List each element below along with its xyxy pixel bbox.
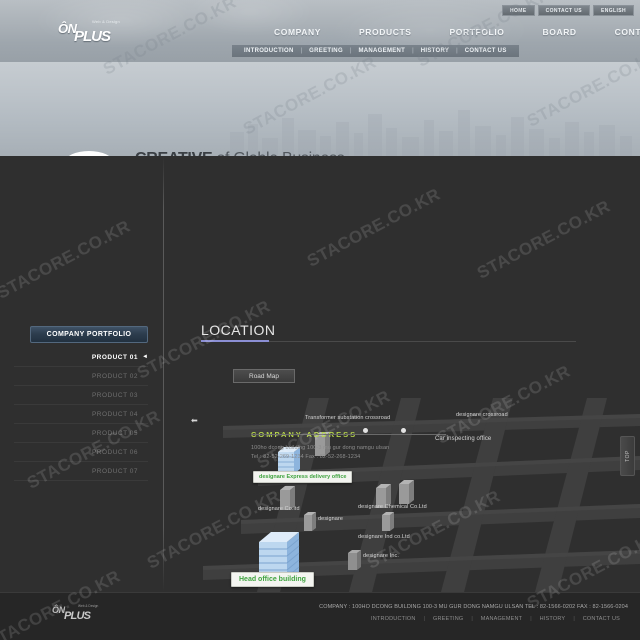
sidebar-item-product-03[interactable]: PRODUCT 03 bbox=[14, 386, 148, 405]
sidebar-portfolio-title[interactable]: COMPANY PORTFOLIO bbox=[30, 326, 148, 343]
sidebar-item-label: PRODUCT 02 bbox=[91, 372, 138, 380]
city-skyline-graphic bbox=[230, 110, 632, 156]
site-logo[interactable]: Web & Design ÔN PLUS bbox=[58, 19, 120, 45]
sub-nav-contact-us[interactable]: CONTACT US bbox=[458, 48, 514, 54]
sub-nav: INTRODUCTION | GREETING | MANAGEMENT | H… bbox=[232, 45, 519, 57]
hero-banner: CREATIVE of Globle Business The Growth c… bbox=[0, 62, 640, 156]
logo-tagline: Web & Design bbox=[92, 19, 120, 24]
scroll-to-top-label: TOP bbox=[624, 450, 631, 462]
sub-nav-history[interactable]: HISTORY bbox=[414, 48, 456, 54]
hero-title-block: CREATIVE of Globle Business The Growth c… bbox=[135, 150, 345, 156]
footer-nav-contact-us[interactable]: CONTACT US bbox=[575, 616, 628, 622]
company-address-line2: Tel : 82-52-269-1234 Fax : 82-52-268-123… bbox=[251, 454, 361, 460]
tab-road-map[interactable]: Road Map bbox=[233, 369, 295, 383]
footer-logo[interactable]: Web & Design ÔN PLUS bbox=[52, 604, 98, 622]
map-label-transformer-crossroad: Transformer substation crossroad bbox=[305, 415, 391, 421]
map-label-designare-co-ltd: designare Co.ltd bbox=[258, 506, 300, 512]
sidebar-item-product-05[interactable]: PRODUCT 05 bbox=[14, 424, 148, 443]
company-address-line1: 100ho dcong building 100-3 mu gur dong n… bbox=[251, 445, 390, 451]
footer-logo-tagline: Web & Design bbox=[78, 604, 99, 608]
footer-nav-introduction[interactable]: INTRODUCTION bbox=[363, 616, 424, 622]
map-badge-express-delivery[interactable]: designare Express delivery office bbox=[253, 471, 353, 483]
main-nav-board[interactable]: BOARD bbox=[524, 27, 596, 37]
page-title-accent bbox=[201, 340, 269, 342]
scroll-to-top-button[interactable]: TOP bbox=[620, 436, 635, 476]
map-badge-head-office[interactable]: Head office building bbox=[231, 572, 314, 587]
main-nav: COMPANY PRODUCTS PORTFOLIO BOARD CONTACT… bbox=[255, 27, 640, 37]
sidebar-item-label: PRODUCT 06 bbox=[91, 448, 138, 456]
main-nav-company[interactable]: COMPANY bbox=[255, 27, 340, 37]
page-title: LOCATION bbox=[201, 322, 276, 338]
sidebar-menu: PRODUCT 01 ◄ PRODUCT 02 PRODUCT 03 PRODU… bbox=[14, 348, 148, 481]
sub-nav-greeting[interactable]: GREETING bbox=[302, 48, 350, 54]
util-nav-english[interactable]: ENGLISH bbox=[592, 5, 634, 16]
sidebar-item-product-01[interactable]: PRODUCT 01 ◄ bbox=[14, 348, 148, 367]
sidebar-item-product-06[interactable]: PRODUCT 06 bbox=[14, 443, 148, 462]
sidebar-item-product-02[interactable]: PRODUCT 02 bbox=[14, 367, 148, 386]
sidebar-item-label: PRODUCT 07 bbox=[91, 467, 138, 475]
sidebar-item-label: PRODUCT 04 bbox=[91, 410, 138, 418]
hero-title-strong: CREATIVE bbox=[135, 150, 213, 156]
sidebar-item-label: PRODUCT 05 bbox=[91, 429, 138, 437]
main-nav-products[interactable]: PRODUCTS bbox=[340, 27, 431, 37]
utility-nav: HOME CONTACT US ENGLISH bbox=[501, 5, 634, 16]
sidebar-item-product-07[interactable]: PRODUCT 07 bbox=[14, 462, 148, 481]
util-nav-home[interactable]: HOME bbox=[501, 5, 535, 16]
sidebar-item-product-04[interactable]: PRODUCT 04 bbox=[14, 405, 148, 424]
company-address-block: COMPANY ADDRESS 100ho dcong building 100… bbox=[251, 424, 581, 460]
company-address-rule bbox=[251, 434, 446, 435]
map-label-designare-chemical: designare Chemical Co.Ltd bbox=[358, 504, 427, 510]
map-label-designare-inc: designare Inc. bbox=[363, 553, 399, 559]
pie-chart-graphic bbox=[68, 151, 110, 156]
util-nav-contact-us[interactable]: CONTACT US bbox=[537, 5, 590, 16]
main-column: LOCATION Road Map ⬅ Transformer substati… bbox=[163, 156, 640, 640]
map-label-designare-ind: designare Ind co.Ltd bbox=[358, 534, 410, 540]
footer-nav-greeting[interactable]: GREETING bbox=[425, 616, 471, 622]
hero-title-line1: CREATIVE of Globle Business bbox=[135, 150, 345, 156]
map-label-designare: designare bbox=[318, 516, 344, 522]
main-nav-contact-us[interactable]: CONTACT US bbox=[596, 27, 640, 37]
sub-nav-management[interactable]: MANAGEMENT bbox=[351, 48, 412, 54]
footer-nav-management[interactable]: MANAGEMENT bbox=[473, 616, 530, 622]
hero-title-rest: of Globle Business bbox=[212, 150, 344, 156]
sidebar-item-label: PRODUCT 01 bbox=[91, 353, 138, 361]
chevron-left-icon: ◄ bbox=[142, 354, 148, 360]
footer-logo-sub: PLUS bbox=[64, 610, 91, 622]
sidebar-item-label: PRODUCT 03 bbox=[91, 391, 138, 399]
page-root: HOME CONTACT US ENGLISH Web & Design ÔN … bbox=[0, 0, 640, 640]
sub-nav-introduction[interactable]: INTRODUCTION bbox=[237, 48, 301, 54]
main-nav-portfolio[interactable]: PORTFOLIO bbox=[431, 27, 524, 37]
footer-company-info: COMPANY : 100HO DCONG BUILDING 100-3 MU … bbox=[319, 604, 628, 610]
map-label-designare-crossroad: designare crossroad bbox=[456, 412, 508, 418]
footer-nav: INTRODUCTION | GREETING | MANAGEMENT | H… bbox=[363, 616, 628, 622]
logo-sub-text: PLUS bbox=[74, 28, 111, 45]
footer-nav-history[interactable]: HISTORY bbox=[532, 616, 574, 622]
content-area: COMPANY PORTFOLIO PRODUCT 01 ◄ PRODUCT 0… bbox=[0, 156, 640, 640]
sidebar: COMPANY PORTFOLIO PRODUCT 01 ◄ PRODUCT 0… bbox=[0, 156, 163, 592]
direction-arrow-icon: ⬅ bbox=[191, 416, 198, 425]
site-header: HOME CONTACT US ENGLISH Web & Design ÔN … bbox=[0, 0, 640, 62]
